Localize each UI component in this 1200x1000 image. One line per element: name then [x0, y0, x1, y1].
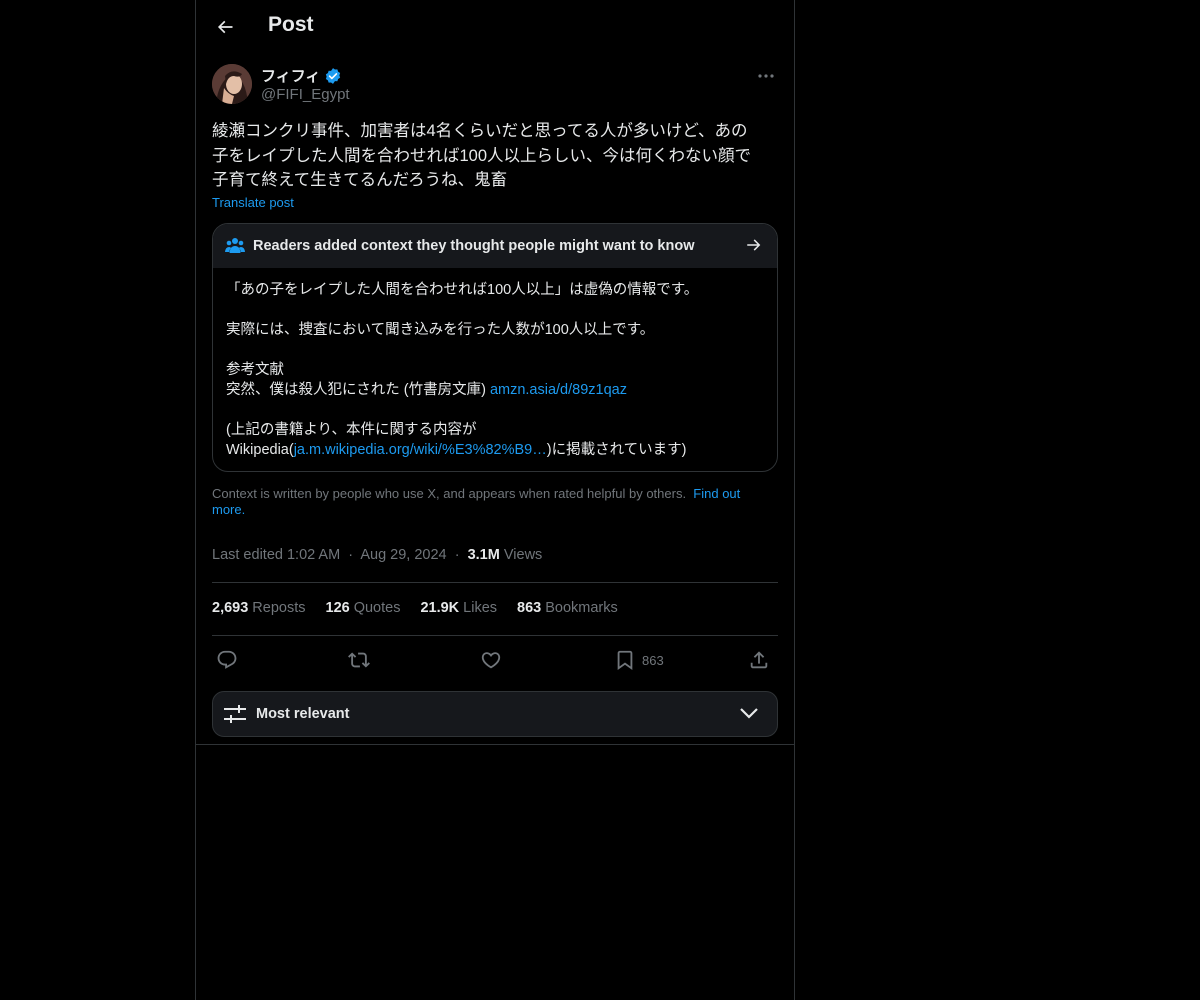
- post-text: 綾瀬コンクリ事件、加害者は4名くらいだと思ってる人が多いけど、あの 子をレイプし…: [212, 119, 778, 193]
- bookmarks-stat[interactable]: 863 Bookmarks: [517, 600, 618, 616]
- note-reference-link[interactable]: amzn.asia/d/89z1qaz: [490, 382, 627, 398]
- note-text: (上記の書籍より、本件に関する内容が: [226, 422, 477, 438]
- divider: [212, 635, 778, 636]
- community-note-title: Readers added context they thought peopl…: [253, 238, 695, 254]
- context-disclaimer: Context is written by people who use X, …: [212, 486, 772, 518]
- back-button[interactable]: [210, 12, 240, 42]
- community-note-body: 「あの子をレイプした人間を合わせれば100人以上」は虚偽の情報です。 実際には、…: [226, 280, 766, 460]
- note-source-line: Wikipedia(ja.m.wikipedia.org/wiki/%E3%82…: [226, 440, 766, 460]
- note-source-suffix: )に掲載されています): [546, 442, 687, 458]
- community-note-card: Readers added context they thought peopl…: [212, 223, 778, 472]
- avatar[interactable]: [212, 64, 252, 104]
- divider: [196, 744, 794, 745]
- bookmark-button[interactable]: 863: [614, 646, 664, 674]
- community-note-header[interactable]: Readers added context they thought peopl…: [213, 224, 777, 268]
- reply-icon: [217, 650, 237, 669]
- meta-separator: ·: [348, 547, 354, 563]
- author-handle[interactable]: @FIFI_Egypt: [261, 86, 350, 103]
- sliders-icon: [224, 705, 246, 723]
- people-icon: [225, 238, 245, 253]
- name-row: フィフィ: [261, 65, 342, 86]
- repost-icon: [348, 652, 370, 668]
- display-name[interactable]: フィフィ: [261, 65, 320, 86]
- sort-label: Most relevant: [256, 706, 350, 722]
- page-header: Post: [196, 0, 794, 53]
- note-text: 実際には、捜査において聞き込みを行った人数が100人以上です。: [226, 322, 655, 338]
- post-text-line: 子をレイプした人間を合わせれば100人以上らしい、今は何くわない顔で: [212, 146, 752, 165]
- bookmark-count: 863: [642, 652, 664, 668]
- context-disclaimer-text: Context is written by people who use X, …: [212, 486, 687, 501]
- note-reference-line: 突然、僕は殺人犯にされた (竹書房文庫) amzn.asia/d/89z1qaz: [226, 380, 766, 400]
- translate-post-link[interactable]: Translate post: [212, 195, 294, 210]
- bookmark-icon: [617, 650, 633, 671]
- chevron-down-icon: [740, 708, 758, 719]
- reply-sort-dropdown[interactable]: Most relevant: [212, 691, 778, 737]
- more-options-button[interactable]: [754, 66, 778, 86]
- note-wikipedia-link[interactable]: ja.m.wikipedia.org/wiki/%E3%82%B9…: [294, 442, 547, 458]
- heart-icon: [481, 652, 501, 669]
- share-button[interactable]: [748, 646, 770, 674]
- note-reference-heading: 参考文献: [226, 362, 284, 378]
- engagement-stats: 2,693 Reposts 126 Quotes 21.9K Likes 863 Boo…: [212, 600, 618, 616]
- post-author: フィフィ @FIFI_Egypt: [212, 64, 778, 108]
- post-text-line: 子育て終えて生きてるんだろうね、鬼畜: [212, 171, 508, 189]
- share-icon: [750, 651, 768, 669]
- note-reference-text: 突然、僕は殺人犯にされた (竹書房文庫): [226, 382, 490, 398]
- reposts-stat[interactable]: 2,693 Reposts: [212, 600, 306, 616]
- like-button[interactable]: [480, 646, 502, 674]
- post-date[interactable]: Aug 29, 2024: [360, 547, 446, 563]
- note-source-prefix: Wikipedia(: [226, 442, 294, 458]
- edited-time[interactable]: Last edited 1:02 AM: [212, 547, 340, 563]
- arrow-right-icon[interactable]: [745, 236, 763, 254]
- action-bar: 863: [212, 646, 778, 674]
- more-horizontal-icon: [758, 74, 774, 78]
- post-detail-column: Post フィフィ @FIFI_Egypt 綾瀬コンクリ事件、加害者は4名くらい…: [195, 0, 795, 1000]
- likes-stat[interactable]: 21.9K Likes: [420, 600, 497, 616]
- views-label: Views: [503, 547, 543, 563]
- divider: [212, 582, 778, 583]
- repost-button[interactable]: [348, 646, 370, 674]
- post-meta: Last edited 1:02 AM · Aug 29, 2024 · 3.1…: [212, 547, 542, 563]
- note-text: 「あの子をレイプした人間を合わせれば100人以上」は虚偽の情報です。: [226, 282, 699, 298]
- verified-badge-icon: [326, 67, 341, 84]
- reply-button[interactable]: [216, 646, 238, 674]
- meta-separator: ·: [454, 547, 460, 563]
- quotes-stat[interactable]: 126 Quotes: [326, 600, 401, 616]
- arrow-left-icon: [217, 20, 233, 34]
- page-title: Post: [268, 13, 314, 36]
- views-count: 3.1M: [467, 547, 500, 563]
- post-text-line: 綾瀬コンクリ事件、加害者は4名くらいだと思ってる人が多いけど、あの: [212, 122, 748, 140]
